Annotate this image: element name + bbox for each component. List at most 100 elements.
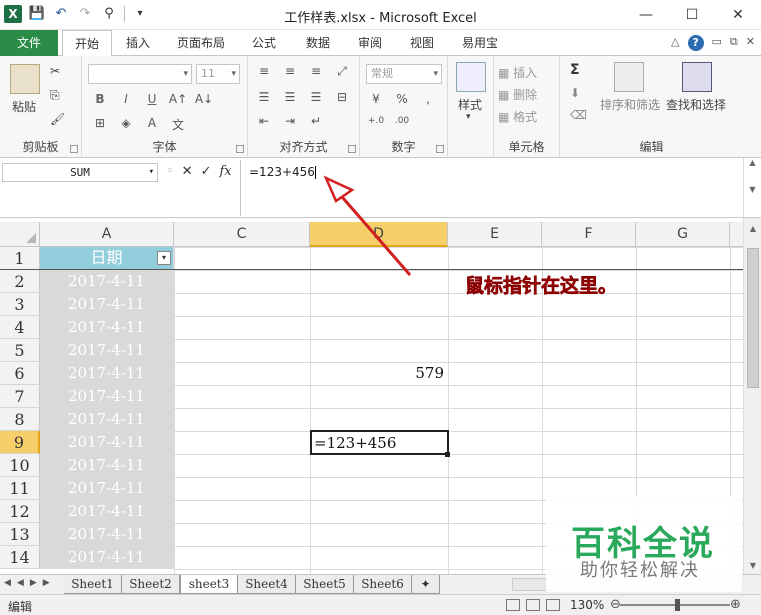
number-launcher-icon[interactable]: [436, 145, 444, 153]
underline-button[interactable]: U: [142, 92, 162, 106]
column-header-g[interactable]: G: [636, 222, 730, 247]
insert-function-icon[interactable]: fx: [219, 164, 231, 179]
row-header[interactable]: 6: [0, 362, 40, 385]
clipboard-launcher-icon[interactable]: [70, 145, 78, 153]
formula-input[interactable]: =123+456: [240, 160, 743, 216]
cancel-icon[interactable]: ✕: [182, 164, 193, 179]
scroll-down-icon[interactable]: ▼: [744, 561, 761, 570]
orientation-icon[interactable]: ⤢: [332, 64, 352, 79]
row-header[interactable]: 12: [0, 500, 40, 523]
wrap-text-icon[interactable]: ↵: [306, 114, 326, 128]
format-cells-button[interactable]: ▦ 格式: [498, 108, 537, 125]
number-format-combo[interactable]: 常规: [366, 64, 442, 84]
align-top-icon[interactable]: ≡: [254, 64, 274, 79]
sheet-tab-sheet3[interactable]: sheet3: [180, 575, 238, 594]
chevron-down-icon[interactable]: ▾: [149, 164, 154, 181]
filter-dropdown-icon[interactable]: ▾: [157, 251, 171, 265]
insert-cells-button[interactable]: ▦ 插入: [498, 64, 537, 81]
zoom-level[interactable]: 130%: [570, 598, 604, 612]
styles-button[interactable]: 样式: [458, 96, 482, 113]
sheet-tab-sheet6[interactable]: Sheet6: [354, 575, 412, 594]
date-cell[interactable]: 2017-4-11: [40, 316, 174, 339]
align-bottom-icon[interactable]: ≡: [306, 64, 326, 79]
font-size-combo[interactable]: 11: [196, 64, 240, 84]
row-header[interactable]: 8: [0, 408, 40, 431]
date-cell[interactable]: 2017-4-11: [40, 523, 174, 546]
row-header[interactable]: 7: [0, 385, 40, 408]
sheet-tab-sheet2[interactable]: Sheet2: [122, 575, 180, 594]
row-header[interactable]: 10: [0, 454, 40, 477]
sheet-tab-sheet1[interactable]: Sheet1: [64, 575, 122, 594]
font-launcher-icon[interactable]: [236, 145, 244, 153]
next-sheet-icon[interactable]: ▶: [30, 578, 37, 588]
row-header[interactable]: 2: [0, 270, 40, 293]
phonetic-icon[interactable]: 文: [168, 116, 188, 133]
column-header-f[interactable]: F: [542, 222, 636, 247]
active-cell-d9[interactable]: =123+456: [310, 430, 449, 455]
formula-bar-scroll[interactable]: ▲ ▼: [743, 158, 761, 218]
minimize-button[interactable]: —: [623, 0, 669, 30]
tab-file[interactable]: 文件: [0, 30, 58, 56]
styles-dropdown-icon[interactable]: ▾: [466, 112, 471, 122]
sheet-tab-sheet4[interactable]: Sheet4: [238, 575, 296, 594]
scroll-thumb[interactable]: [747, 248, 759, 388]
font-name-combo[interactable]: [88, 64, 192, 84]
page-break-view-icon[interactable]: [546, 599, 560, 611]
sort-filter-button[interactable]: 排序和筛选: [600, 96, 660, 113]
date-cell[interactable]: 2017-4-11: [40, 431, 174, 454]
align-left-icon[interactable]: ☰: [254, 90, 274, 104]
tab-insert[interactable]: 插入: [114, 30, 162, 56]
align-middle-icon[interactable]: ≡: [280, 64, 300, 79]
column-header-next[interactable]: [730, 222, 743, 247]
date-cell[interactable]: 2017-4-11: [40, 362, 174, 385]
tab-data[interactable]: 数据: [294, 30, 342, 56]
doc-minimize-icon[interactable]: ▭: [712, 35, 722, 51]
increase-decimal-icon[interactable]: +.0: [366, 116, 386, 126]
row-header[interactable]: 13: [0, 523, 40, 546]
tab-view[interactable]: 视图: [398, 30, 446, 56]
delete-cells-button[interactable]: ▦ 删除: [498, 86, 537, 103]
column-header-e[interactable]: E: [448, 222, 542, 247]
merge-center-icon[interactable]: ⊟: [332, 90, 352, 104]
currency-icon[interactable]: ¥: [366, 92, 386, 106]
decrease-decimal-icon[interactable]: .00: [392, 116, 412, 126]
help-icon[interactable]: ?: [687, 35, 704, 51]
tab-yiyongbao[interactable]: 易用宝: [452, 30, 508, 56]
bold-button[interactable]: B: [90, 92, 110, 106]
date-cell[interactable]: 2017-4-11: [40, 293, 174, 316]
find-select-button[interactable]: 查找和选择: [666, 96, 726, 113]
last-sheet-icon[interactable]: ▶: [43, 578, 50, 588]
header-cell-date[interactable]: 日期 ▾: [40, 247, 174, 270]
date-cell[interactable]: 2017-4-11: [40, 385, 174, 408]
date-cell[interactable]: 2017-4-11: [40, 500, 174, 523]
paste-button[interactable]: 粘贴: [12, 98, 36, 115]
row-header[interactable]: 5: [0, 339, 40, 362]
zoom-slider-thumb[interactable]: [675, 599, 680, 611]
fill-handle[interactable]: [445, 452, 450, 457]
select-all-button[interactable]: [0, 222, 40, 247]
row-header[interactable]: 14: [0, 546, 40, 569]
date-cell[interactable]: 2017-4-11: [40, 408, 174, 431]
row-header[interactable]: 1: [0, 247, 40, 270]
date-cell[interactable]: 2017-4-11: [40, 546, 174, 569]
maximize-button[interactable]: ☐: [669, 0, 715, 30]
normal-view-icon[interactable]: [506, 599, 520, 611]
date-cell[interactable]: 2017-4-11: [40, 477, 174, 500]
date-cell[interactable]: 2017-4-11: [40, 339, 174, 362]
decrease-indent-icon[interactable]: ⇤: [254, 114, 274, 128]
font-color-icon[interactable]: A: [142, 116, 162, 133]
zoom-in-icon[interactable]: ⊕: [730, 597, 741, 612]
decrease-font-icon[interactable]: A↓: [194, 92, 214, 106]
border-icon[interactable]: ⊞: [90, 116, 110, 133]
italic-button[interactable]: I: [116, 92, 136, 106]
percent-button[interactable]: %: [392, 92, 412, 106]
copy-icon[interactable]: ⎘: [50, 88, 60, 103]
vertical-scrollbar[interactable]: ▲ ▼: [743, 218, 761, 574]
resize-handle-icon[interactable]: ◦: [166, 164, 174, 179]
doc-restore-icon[interactable]: ⧉: [730, 35, 738, 51]
sheet-tab-sheet5[interactable]: Sheet5: [296, 575, 354, 594]
name-box[interactable]: SUM ▾: [2, 163, 158, 182]
tab-formulas[interactable]: 公式: [240, 30, 288, 56]
page-layout-view-icon[interactable]: [526, 599, 540, 611]
column-header-a[interactable]: A: [40, 222, 174, 247]
